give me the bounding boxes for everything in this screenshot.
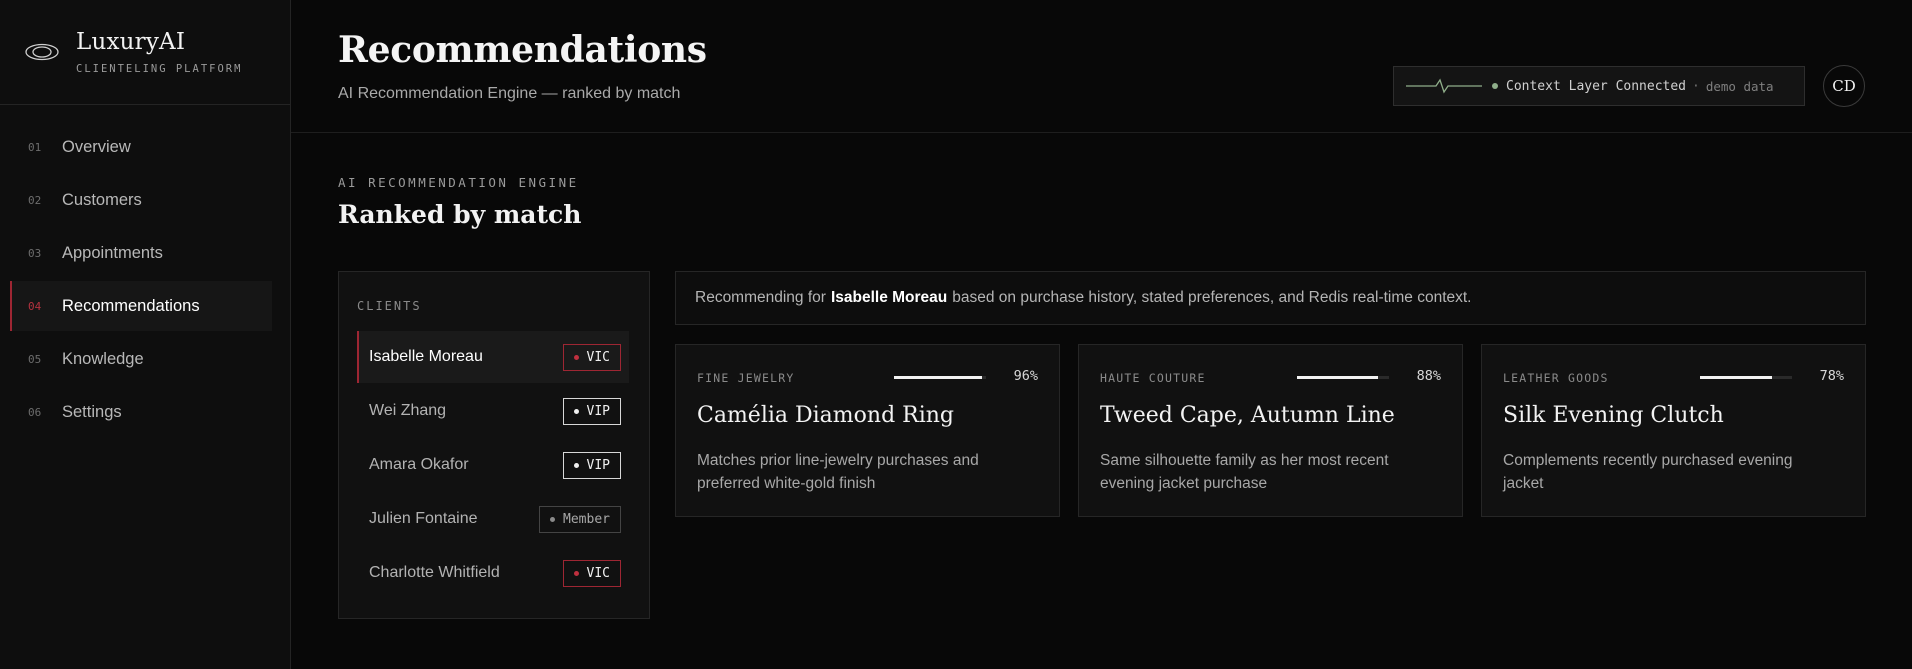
tier-label: VIP <box>586 457 610 473</box>
match-bar-fill <box>894 376 983 379</box>
page-title: Recommendations <box>338 29 707 71</box>
tier-badge: VIP <box>562 397 621 425</box>
recommendation-card[interactable]: FINE JEWELRY 96% Camélia Diamond Ring Ma… <box>675 344 1060 517</box>
nav-label: Recommendations <box>62 296 200 315</box>
sidebar-item-knowledge[interactable]: 05 Knowledge <box>10 334 272 384</box>
nav-number: 03 <box>28 246 42 260</box>
sidebar: LuxuryAI CLIENTELING PLATFORM 01 Overvie… <box>0 0 291 669</box>
card-description: Matches prior line-jewelry purchases and… <box>697 452 979 492</box>
nav-number: 01 <box>28 140 42 154</box>
match-percentage: 78% <box>1819 368 1844 384</box>
client-item-charlotte-whitfield[interactable]: Charlotte Whitfield VIC <box>357 547 629 599</box>
recommendation-card[interactable]: LEATHER GOODS 78% Silk Evening Clutch Co… <box>1481 344 1866 517</box>
card-title: Silk Evening Clutch <box>1503 403 1724 428</box>
sidebar-nav: 01 Overview 02 Customers 03 Appointments… <box>0 105 290 437</box>
match-bar-fill <box>1700 376 1772 379</box>
match-bar-fill <box>1297 376 1378 379</box>
nav-label: Settings <box>62 402 122 421</box>
card-title: Camélia Diamond Ring <box>697 403 955 428</box>
badge-dot-icon <box>573 570 579 576</box>
tier-label: VIC <box>586 565 610 581</box>
client-item-julien-fontaine[interactable]: Julien Fontaine Member <box>357 493 629 545</box>
badge-dot-icon <box>550 516 556 522</box>
client-list: Isabelle Moreau VIC Wei Zhang VIP Amara … <box>357 331 629 601</box>
sidebar-item-overview[interactable]: 01 Overview <box>10 122 272 172</box>
clients-panel: CLIENTS Isabelle Moreau VIC Wei Zhang VI… <box>338 271 650 619</box>
badge-dot-icon <box>573 408 579 414</box>
client-name: Julien Fontaine <box>369 510 478 527</box>
status-note: demo data <box>1705 78 1774 94</box>
card-description: Complements recently purchased evening j… <box>1503 452 1793 492</box>
context-client-name: Isabelle Moreau <box>830 289 948 306</box>
recommendation-context: Recommending for Isabelle Moreau based o… <box>675 271 1866 325</box>
sidebar-item-recommendations[interactable]: 04 Recommendations <box>10 281 272 331</box>
tier-badge: Member <box>539 505 621 533</box>
nav-label: Customers <box>62 190 142 209</box>
match-bar <box>1700 376 1792 379</box>
page-subtitle: AI Recommendation Engine — ranked by mat… <box>338 85 681 102</box>
tier-label: VIP <box>586 403 610 419</box>
match-bar <box>1297 376 1389 379</box>
client-item-amara-okafor[interactable]: Amara Okafor VIP <box>357 439 629 491</box>
user-avatar[interactable]: CD <box>1823 65 1865 107</box>
tier-badge: VIC <box>562 343 621 371</box>
connection-status[interactable]: Context Layer Connected · demo data <box>1393 66 1805 106</box>
nav-number: 04 <box>28 299 42 313</box>
nav-label: Knowledge <box>62 349 144 368</box>
sidebar-item-appointments[interactable]: 03 Appointments <box>10 228 272 278</box>
client-item-wei-zhang[interactable]: Wei Zhang VIP <box>357 385 629 437</box>
sidebar-item-customers[interactable]: 02 Customers <box>10 175 272 225</box>
status-dot <box>1492 83 1498 89</box>
orbit-logo-icon <box>25 43 59 61</box>
brand-subtitle: CLIENTELING PLATFORM <box>76 63 243 75</box>
card-description: Same silhouette family as her most recen… <box>1100 452 1389 492</box>
client-item-isabelle-moreau[interactable]: Isabelle Moreau VIC <box>357 331 629 383</box>
context-suffix: based on purchase history, stated prefer… <box>952 289 1472 306</box>
client-name: Amara Okafor <box>369 456 469 473</box>
nav-number: 05 <box>28 352 42 366</box>
main-content: Recommendations AI Recommendation Engine… <box>291 0 1912 669</box>
nav-label: Appointments <box>62 243 163 262</box>
client-name: Isabelle Moreau <box>369 348 483 365</box>
nav-number: 02 <box>28 193 42 207</box>
sidebar-item-settings[interactable]: 06 Settings <box>10 387 272 437</box>
tier-badge: VIC <box>562 559 621 587</box>
section-title: Ranked by match <box>338 200 582 229</box>
clients-heading: CLIENTS <box>357 299 422 313</box>
page-header: Recommendations AI Recommendation Engine… <box>291 0 1912 133</box>
brand-name: LuxuryAI <box>76 29 186 55</box>
context-prefix: Recommending for <box>695 289 826 306</box>
match-bar <box>894 376 986 379</box>
status-separator: · <box>1692 78 1700 94</box>
app-shell: LuxuryAI CLIENTELING PLATFORM 01 Overvie… <box>0 0 1912 669</box>
match-percentage: 88% <box>1416 368 1441 384</box>
pulse-line-icon <box>1406 78 1482 94</box>
section-eyebrow: AI RECOMMENDATION ENGINE <box>338 175 579 190</box>
client-name: Charlotte Whitfield <box>369 564 500 581</box>
brand[interactable]: LuxuryAI CLIENTELING PLATFORM <box>0 0 290 105</box>
tier-label: VIC <box>586 349 610 365</box>
match-percentage: 96% <box>1013 368 1038 384</box>
tier-label: Member <box>563 511 610 527</box>
card-category: HAUTE COUTURE <box>1100 371 1206 385</box>
recommendation-card[interactable]: HAUTE COUTURE 88% Tweed Cape, Autumn Lin… <box>1078 344 1463 517</box>
nav-number: 06 <box>28 405 42 419</box>
nav-label: Overview <box>62 137 131 156</box>
status-label: Context Layer Connected <box>1506 78 1687 94</box>
badge-dot-icon <box>573 462 579 468</box>
badge-dot-icon <box>573 354 579 360</box>
card-category: LEATHER GOODS <box>1503 371 1609 385</box>
card-category: FINE JEWELRY <box>697 371 795 385</box>
card-title: Tweed Cape, Autumn Line <box>1100 403 1395 428</box>
tier-badge: VIP <box>562 451 621 479</box>
client-name: Wei Zhang <box>369 402 447 419</box>
